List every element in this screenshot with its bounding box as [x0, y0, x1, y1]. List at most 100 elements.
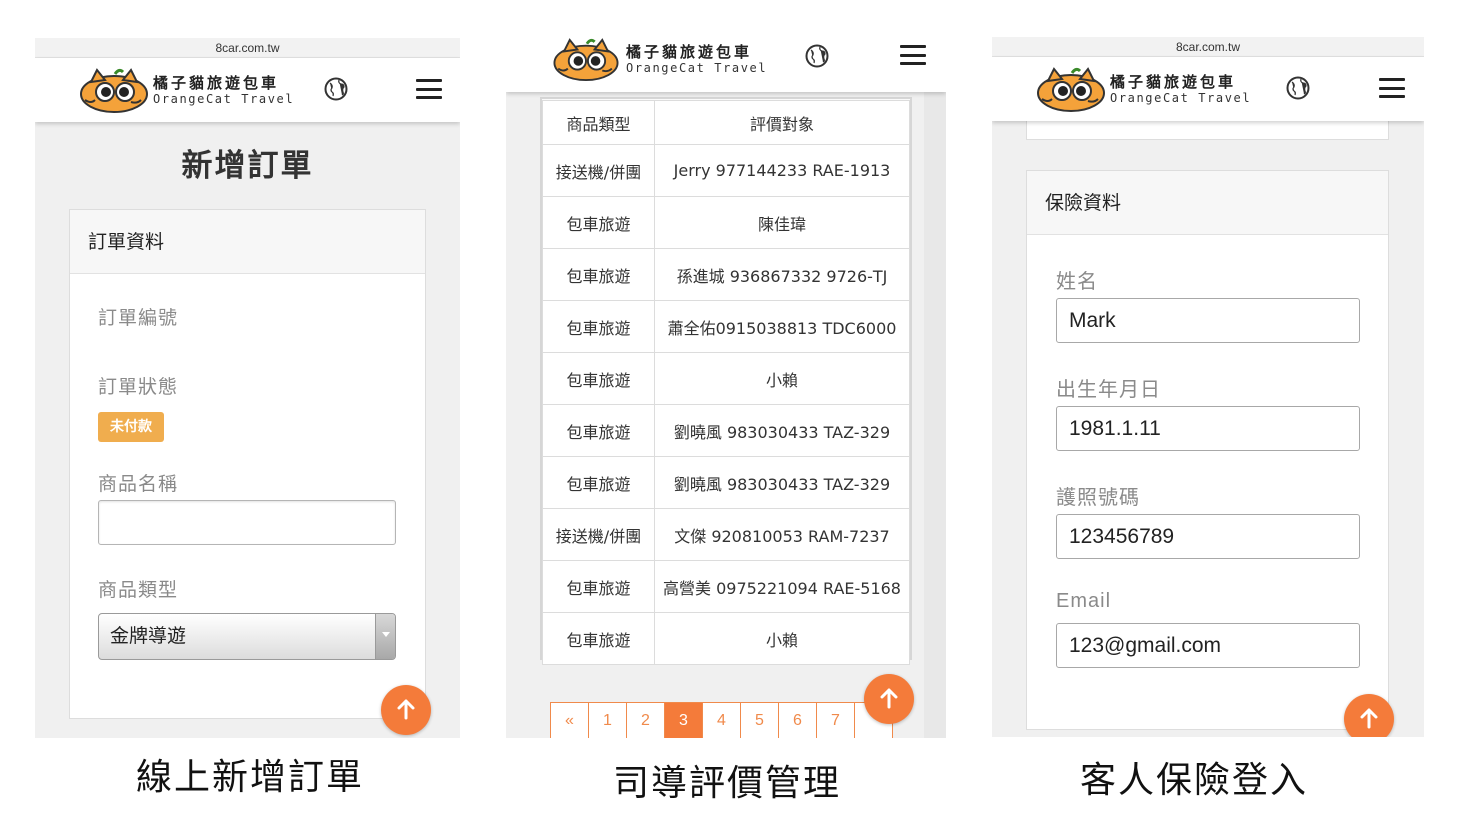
logo-chinese-name: 橘子貓旅遊包車 [626, 43, 753, 61]
cell-product-type: 包車旅遊 [542, 196, 655, 249]
pagination-page-1[interactable]: 1 [588, 702, 627, 738]
column-header-review-target: 評價對象 [654, 100, 910, 145]
table-row[interactable]: 接送機/併團 文傑 920810053 RAM-7237 [542, 508, 910, 561]
caption-online-order: 線上新增訂單 [136, 757, 365, 798]
pagination-page-5[interactable]: 5 [740, 702, 779, 738]
pagination-page-4[interactable]: 4 [702, 702, 741, 738]
cell-product-type: 包車旅遊 [542, 300, 655, 353]
table-row[interactable]: 包車旅遊 小賴 [542, 612, 910, 665]
pagination: « 1 2 3 4 5 6 7 [550, 702, 893, 738]
table-row[interactable]: 包車旅遊 蕭全佑0915038813 TDC6000 [542, 300, 910, 353]
previous-card-bottom [1026, 121, 1389, 140]
orangecat-logo-icon [1037, 67, 1105, 112]
table-row[interactable]: 包車旅遊 劉曉風 983030433 TAZ-329 [542, 404, 910, 457]
order-number-label: 訂單編號 [98, 307, 179, 329]
status-badge: 未付款 [98, 412, 164, 442]
logo-english-name: OrangeCat Travel [626, 61, 768, 75]
caption-review-management: 司導評價管理 [613, 763, 842, 804]
dropdown-arrow-icon[interactable] [375, 614, 395, 659]
table-row[interactable]: 包車旅遊 小賴 [542, 352, 910, 405]
cell-product-type: 包車旅遊 [542, 404, 655, 457]
table-row[interactable]: 接送機/併團 Jerry 977144233 RAE-1913 [542, 144, 910, 197]
birthdate-label: 出生年月日 [1056, 377, 1161, 401]
back-to-top-button[interactable] [1344, 694, 1394, 737]
orangecat-logo-icon [553, 38, 619, 82]
order-form-screen: 8car.com.tw 橘子貓旅遊包車 OrangeCat Travel 新增訂… [35, 38, 460, 738]
globe-icon[interactable] [1286, 76, 1310, 100]
url-bar[interactable]: 8car.com.tw [35, 38, 460, 58]
cell-review-target: 陳佳瑋 [654, 196, 910, 249]
card-title: 保險資料 [1027, 171, 1388, 235]
caption-insurance-login: 客人保險登入 [1080, 760, 1309, 801]
card-title: 訂單資料 [70, 210, 425, 274]
cell-product-type: 接送機/併團 [542, 144, 655, 197]
cell-review-target: 小賴 [654, 612, 910, 665]
cell-review-target: 孫進城 936867332 9726-TJ [654, 248, 910, 301]
review-management-screen: 橘子貓旅遊包車 OrangeCat Travel 商品類型 評價對象 接送機/併… [506, 38, 946, 738]
cell-product-type: 包車旅遊 [542, 456, 655, 509]
table-row[interactable]: 包車旅遊 高營美 0975221094 RAE-5168 [542, 560, 910, 613]
cell-review-target: 文傑 920810053 RAM-7237 [654, 508, 910, 561]
product-type-selected: 金牌導遊 [110, 625, 187, 647]
globe-icon[interactable] [324, 77, 348, 101]
product-type-select[interactable]: 金牌導遊 [98, 613, 396, 660]
product-type-label: 商品類型 [98, 579, 179, 601]
email-input[interactable]: 123@gmail.com [1056, 623, 1360, 668]
logo-chinese-name: 橘子貓旅遊包車 [153, 74, 280, 92]
hamburger-menu-icon[interactable] [900, 45, 926, 65]
table-row[interactable]: 包車旅遊 陳佳瑋 [542, 196, 910, 249]
scroll-track[interactable] [924, 38, 946, 738]
pagination-page-7[interactable]: 7 [816, 702, 855, 738]
birthdate-input[interactable]: 1981.1.11 [1056, 406, 1360, 451]
name-label: 姓名 [1056, 269, 1098, 293]
product-name-label: 商品名稱 [98, 473, 179, 495]
arrow-up-icon [880, 688, 898, 709]
cell-product-type: 包車旅遊 [542, 612, 655, 665]
site-logo[interactable]: 橘子貓旅遊包車 OrangeCat Travel [550, 38, 767, 82]
globe-icon[interactable] [805, 44, 829, 68]
pagination-page-2[interactable]: 2 [626, 702, 665, 738]
arrow-up-icon [1360, 708, 1378, 729]
site-logo[interactable]: 橘子貓旅遊包車 OrangeCat Travel [79, 68, 294, 114]
cell-review-target: Jerry 977144233 RAE-1913 [654, 144, 910, 197]
cell-review-target: 劉曉風 983030433 TAZ-329 [654, 404, 910, 457]
cell-review-target: 高營美 0975221094 RAE-5168 [654, 560, 910, 613]
cell-product-type: 接送機/併團 [542, 508, 655, 561]
pagination-page-6[interactable]: 6 [778, 702, 817, 738]
review-table: 商品類型 評價對象 接送機/併團 Jerry 977144233 RAE-1913… [542, 100, 910, 665]
orangecat-logo-icon [80, 68, 148, 113]
cell-review-target: 蕭全佑0915038813 TDC6000 [654, 300, 910, 353]
cell-product-type: 包車旅遊 [542, 352, 655, 405]
insurance-screen: 8car.com.tw 橘子貓旅遊包車 OrangeCat Travel 保險資… [992, 37, 1424, 737]
table-row[interactable]: 包車旅遊 孫進城 936867332 9726-TJ [542, 248, 910, 301]
email-label: Email [1056, 590, 1112, 612]
passport-label: 護照號碼 [1056, 485, 1140, 509]
cell-product-type: 包車旅遊 [542, 560, 655, 613]
site-header: 橘子貓旅遊包車 OrangeCat Travel [506, 38, 946, 92]
logo-chinese-name: 橘子貓旅遊包車 [1110, 73, 1237, 91]
logo-english-name: OrangeCat Travel [153, 92, 295, 106]
cell-product-type: 包車旅遊 [542, 248, 655, 301]
page-title: 新增訂單 [181, 148, 314, 184]
pagination-page-3-current[interactable]: 3 [664, 702, 703, 738]
pagination-prev[interactable]: « [550, 702, 589, 738]
back-to-top-button[interactable] [864, 674, 914, 724]
cell-review-target: 劉曉風 983030433 TAZ-329 [654, 456, 910, 509]
column-header-product-type: 商品類型 [542, 100, 655, 145]
order-status-label: 訂單狀態 [98, 376, 179, 398]
logo-english-name: OrangeCat Travel [1110, 91, 1252, 105]
cell-review-target: 小賴 [654, 352, 910, 405]
site-logo[interactable]: 橘子貓旅遊包車 OrangeCat Travel [1036, 67, 1251, 113]
passport-input[interactable]: 123456789 [1056, 514, 1360, 559]
site-header: 橘子貓旅遊包車 OrangeCat Travel [35, 58, 460, 122]
site-header: 橘子貓旅遊包車 OrangeCat Travel [992, 57, 1424, 121]
table-row[interactable]: 包車旅遊 劉曉風 983030433 TAZ-329 [542, 456, 910, 509]
name-input[interactable]: Mark [1056, 298, 1360, 343]
back-to-top-button[interactable] [381, 685, 431, 735]
hamburger-menu-icon[interactable] [1379, 78, 1405, 98]
arrow-up-icon [397, 699, 415, 720]
hamburger-menu-icon[interactable] [416, 79, 442, 99]
product-name-input[interactable] [98, 500, 396, 545]
table-header-row: 商品類型 評價對象 [542, 100, 910, 145]
url-bar[interactable]: 8car.com.tw [992, 37, 1424, 57]
